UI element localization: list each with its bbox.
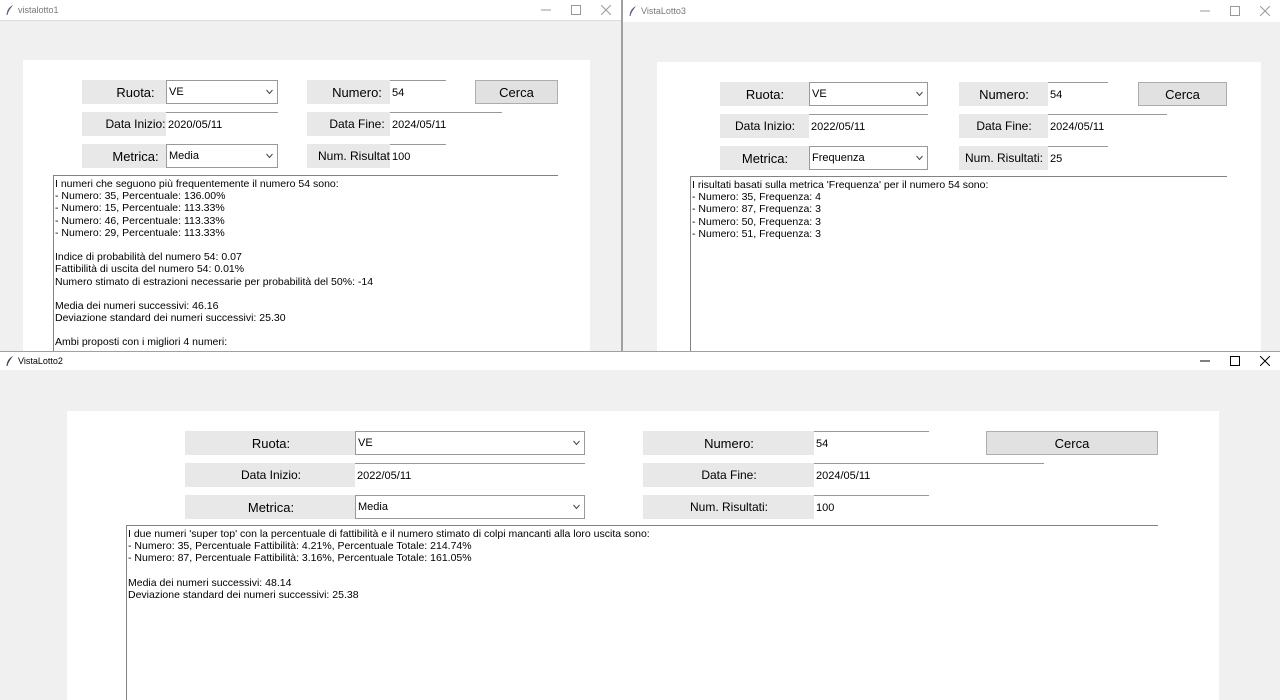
output-line: - Numero: 35, Percentuale Fattibilità: 4… bbox=[128, 540, 472, 553]
output-line: - Numero: 87, Frequenza: 3 bbox=[692, 203, 821, 216]
ruota-select[interactable]: VE bbox=[809, 82, 928, 106]
close-icon[interactable] bbox=[591, 0, 621, 20]
output-line: - Numero: 15, Percentuale: 113.33% bbox=[55, 202, 225, 215]
window-vistalotto3: VistaLotto3 Ruota: VE Numero: 54 Cerca D… bbox=[623, 0, 1280, 352]
main-panel: Ruota: VE Numero: 54 Cerca Data Inizio: … bbox=[657, 62, 1261, 352]
metrica-label: Metrica: bbox=[720, 146, 810, 170]
ruota-select-value: VE bbox=[358, 437, 373, 449]
data-inizio-input[interactable]: 2022/05/11 bbox=[809, 114, 928, 138]
output-line: - Numero: 29, Percentuale: 113.33% bbox=[55, 226, 225, 239]
output-line: Media dei numeri successivi: 48.14 bbox=[128, 576, 292, 589]
numero-label: Numero: bbox=[959, 82, 1049, 106]
numero-input[interactable]: 54 bbox=[1048, 82, 1108, 106]
output-line: - Numero: 46, Percentuale: 113.33% bbox=[55, 214, 225, 227]
output-line: I due numeri 'super top' con la percentu… bbox=[128, 528, 650, 540]
window-vistalotto1: vistalotto1 Ruota: VE Numero: 54 Cerca D… bbox=[0, 0, 621, 352]
feather-icon bbox=[628, 5, 638, 17]
ruota-select-value: VE bbox=[812, 88, 827, 100]
output-line: - Numero: 35, Percentuale: 136.00% bbox=[55, 190, 226, 203]
output-line: Media dei numeri successivi: 46.16 bbox=[55, 299, 219, 312]
metrica-select[interactable]: Media bbox=[355, 495, 585, 519]
feather-icon bbox=[5, 4, 15, 16]
cerca-button[interactable]: Cerca bbox=[475, 80, 558, 104]
data-fine-input[interactable]: 2024/05/11 bbox=[1048, 114, 1167, 138]
chevron-down-icon bbox=[266, 153, 273, 159]
metrica-select-value: Media bbox=[358, 501, 388, 513]
metrica-select-value: Frequenza bbox=[812, 152, 865, 164]
output-line: - Numero: 87, Percentuale Fattibilità: 3… bbox=[128, 552, 472, 565]
chevron-down-icon bbox=[573, 440, 580, 446]
chevron-down-icon bbox=[916, 155, 923, 161]
data-inizio-input[interactable]: 2020/05/11 bbox=[166, 112, 278, 136]
feather-icon bbox=[5, 355, 15, 367]
window-vistalotto2: VistaLotto2 Ruota: VE Numero: 54 Cerca D… bbox=[0, 351, 1280, 700]
maximize-icon[interactable] bbox=[1220, 352, 1250, 370]
data-fine-input[interactable]: 2024/05/11 bbox=[814, 463, 1044, 487]
output-text[interactable]: I risultati basati sulla metrica 'Freque… bbox=[690, 176, 1227, 352]
output-line: Indice di probabilità del numero 54: 0.0… bbox=[55, 251, 242, 264]
num-risultati-input[interactable]: 100 bbox=[814, 495, 929, 519]
cerca-button[interactable]: Cerca bbox=[986, 431, 1158, 455]
maximize-icon[interactable] bbox=[1220, 0, 1250, 22]
num-risultati-label: Num. Risultati: bbox=[643, 495, 815, 519]
output-line: Ambi proposti con i migliori 4 numeri: bbox=[55, 336, 228, 349]
ruota-label: Ruota: bbox=[720, 82, 810, 106]
title-bar[interactable]: VistaLotto2 bbox=[0, 352, 1280, 370]
numero-input[interactable]: 54 bbox=[814, 431, 929, 455]
metrica-select[interactable]: Media bbox=[166, 144, 278, 168]
output-line: Deviazione standard dei numeri successiv… bbox=[128, 588, 359, 601]
data-inizio-label: Data Inizio: bbox=[185, 463, 357, 487]
maximize-icon[interactable] bbox=[561, 0, 591, 20]
output-line: - Numero: 35, Frequenza: 4 bbox=[692, 191, 821, 204]
main-panel: Ruota: VE Numero: 54 Cerca Data Inizio: … bbox=[23, 60, 590, 352]
chevron-down-icon bbox=[266, 89, 273, 95]
metrica-select[interactable]: Frequenza bbox=[809, 146, 928, 170]
data-fine-label: Data Fine: bbox=[959, 114, 1049, 138]
output-line: I risultati basati sulla metrica 'Freque… bbox=[692, 179, 989, 191]
output-text[interactable]: I due numeri 'super top' con la percentu… bbox=[126, 525, 1158, 700]
numero-label: Numero: bbox=[643, 431, 815, 455]
close-icon[interactable] bbox=[1250, 352, 1280, 370]
chevron-down-icon bbox=[573, 504, 580, 510]
ruota-label: Ruota: bbox=[185, 431, 357, 455]
output-line: I numeri che seguono più frequentemente … bbox=[55, 178, 339, 190]
main-panel: Ruota: VE Numero: 54 Cerca Data Inizio: … bbox=[67, 411, 1219, 700]
ruota-select[interactable]: VE bbox=[355, 431, 585, 455]
output-line: - Numero: 51, Frequenza: 3 bbox=[692, 227, 821, 240]
data-fine-label: Data Fine: bbox=[643, 463, 815, 487]
metrica-select-value: Media bbox=[169, 150, 199, 162]
ruota-select-value: VE bbox=[169, 86, 184, 98]
minimize-icon[interactable] bbox=[531, 0, 561, 20]
window-title: vistalotto1 bbox=[18, 5, 59, 15]
num-risultati-label: Num. Risultati: bbox=[959, 146, 1049, 170]
data-inizio-input[interactable]: 2022/05/11 bbox=[355, 463, 585, 487]
metrica-label: Metrica: bbox=[185, 495, 357, 519]
title-bar[interactable]: VistaLotto3 bbox=[623, 0, 1280, 22]
num-risultati-input[interactable]: 25 bbox=[1048, 146, 1108, 170]
data-inizio-label: Data Inizio: bbox=[720, 114, 810, 138]
title-bar[interactable]: vistalotto1 bbox=[0, 0, 621, 20]
output-line: - Numero: 50, Frequenza: 3 bbox=[692, 215, 821, 228]
numero-input[interactable]: 54 bbox=[390, 80, 446, 104]
close-icon[interactable] bbox=[1250, 0, 1280, 22]
output-text[interactable]: I numeri che seguono più frequentemente … bbox=[53, 175, 558, 352]
output-line: Fattibilità di uscita del numero 54: 0.0… bbox=[55, 263, 245, 276]
data-fine-input[interactable]: 2024/05/11 bbox=[390, 112, 502, 136]
window-title: VistaLotto2 bbox=[18, 356, 63, 366]
window-title: VistaLotto3 bbox=[641, 6, 686, 16]
minimize-icon[interactable] bbox=[1190, 0, 1220, 22]
output-line: Numero stimato di estrazioni necessarie … bbox=[55, 275, 374, 288]
ruota-select[interactable]: VE bbox=[166, 80, 278, 104]
num-risultati-input[interactable]: 100 bbox=[390, 144, 446, 168]
cerca-button[interactable]: Cerca bbox=[1138, 82, 1227, 106]
minimize-icon[interactable] bbox=[1190, 352, 1220, 370]
chevron-down-icon bbox=[916, 91, 923, 97]
output-line: Deviazione standard dei numeri successiv… bbox=[55, 312, 286, 325]
